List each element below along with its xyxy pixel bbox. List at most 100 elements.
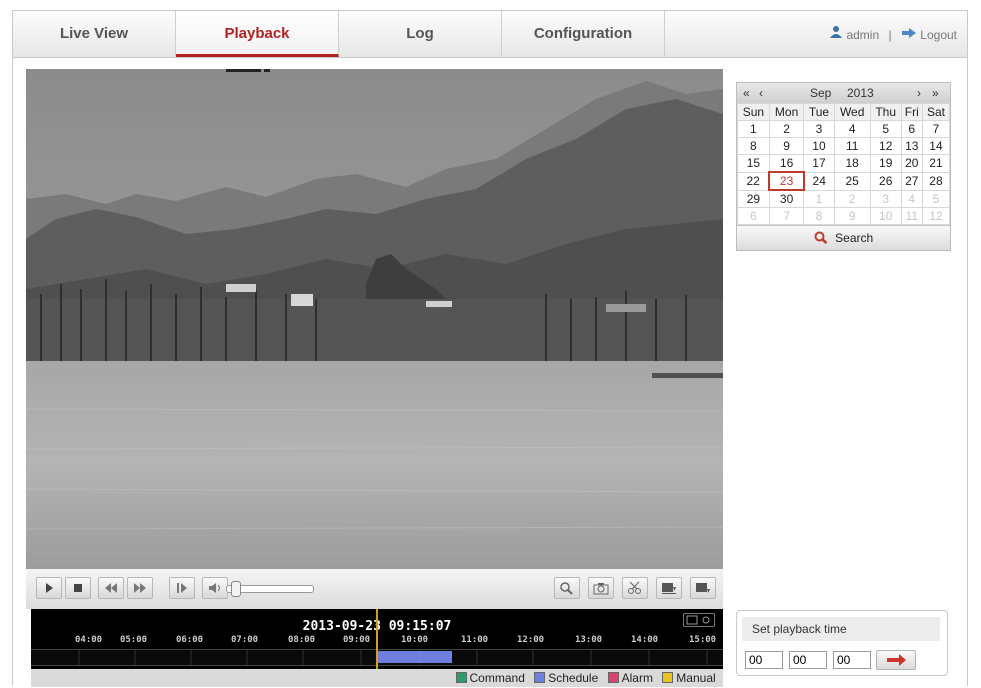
logout-link[interactable]: Logout xyxy=(920,28,957,42)
hour-field[interactable] xyxy=(745,651,783,669)
volume-button[interactable] xyxy=(202,577,228,599)
calendar-day[interactable]: 12 xyxy=(869,137,902,155)
tick-label: 07:00 xyxy=(231,635,259,645)
search-button[interactable]: Search xyxy=(737,225,950,250)
calendar-day[interactable]: 6 xyxy=(900,120,923,138)
calendar-day[interactable]: 27 xyxy=(900,171,923,191)
weekday-label: Sat xyxy=(921,103,951,121)
calendar-day[interactable]: 3 xyxy=(803,120,835,138)
capture-button[interactable] xyxy=(588,577,614,599)
calendar-week-row: 29 30 1 2 3 4 5 xyxy=(737,189,951,208)
calendar-day[interactable]: 15 xyxy=(737,154,770,173)
calendar-day[interactable]: 14 xyxy=(921,137,951,155)
tab-live-view[interactable]: Live View xyxy=(13,11,176,57)
tick-label: 15:00 xyxy=(689,635,717,645)
set-playback-time-title: Set playback time xyxy=(742,617,940,641)
calendar-day[interactable]: 29 xyxy=(737,189,770,208)
calendar-day[interactable]: 17 xyxy=(803,154,835,173)
calendar-day[interactable]: 18 xyxy=(833,154,871,173)
single-frame-button[interactable] xyxy=(169,577,195,599)
calendar-day-selected[interactable]: 23 xyxy=(768,171,805,191)
calendar-day[interactable]: 11 xyxy=(833,137,871,155)
logout-icon[interactable] xyxy=(901,27,920,42)
calendar-day[interactable]: 1 xyxy=(803,189,835,208)
tab-configuration[interactable]: Configuration xyxy=(502,11,665,57)
prev-month-icon[interactable]: ‹ xyxy=(759,86,763,100)
calendar-week-row: 1234567 xyxy=(737,120,951,138)
volume-slider[interactable] xyxy=(226,581,314,597)
tab-log[interactable]: Log xyxy=(339,11,502,57)
play-button[interactable] xyxy=(36,577,62,599)
calendar-day[interactable]: 2 xyxy=(768,120,805,138)
tick-label: 05:00 xyxy=(120,635,148,645)
calendar-day[interactable]: 2 xyxy=(833,189,871,208)
calendar-day[interactable]: 10 xyxy=(803,137,835,155)
second-field[interactable] xyxy=(833,651,871,669)
video-frame-image xyxy=(26,69,723,569)
calendar-day[interactable]: 12 xyxy=(921,207,951,225)
calendar-day[interactable]: 16 xyxy=(768,154,805,173)
tick-label: 13:00 xyxy=(575,635,603,645)
calendar-day[interactable]: 4 xyxy=(900,189,923,208)
calendar-day[interactable]: 21 xyxy=(921,154,951,173)
download-by-file-button[interactable] xyxy=(656,577,682,599)
weekday-label: Mon xyxy=(768,103,805,121)
calendar-day[interactable]: 11 xyxy=(900,207,923,225)
volume-icon xyxy=(209,583,220,593)
go-button[interactable] xyxy=(876,650,916,670)
calendar-day[interactable]: 7 xyxy=(768,207,805,225)
nav-separator: | xyxy=(888,27,892,42)
calendar-day[interactable]: 4 xyxy=(833,120,871,138)
timeline-zoom-icons[interactable] xyxy=(683,613,715,627)
stop-button[interactable] xyxy=(65,577,91,599)
calendar-day[interactable]: 26 xyxy=(869,171,902,191)
scissors-icon xyxy=(628,581,641,594)
calendar-day[interactable]: 9 xyxy=(833,207,871,225)
calendar-day[interactable]: 1 xyxy=(737,120,770,138)
calendar-day[interactable]: 28 xyxy=(921,171,951,191)
calendar-day[interactable]: 22 xyxy=(737,171,770,191)
timeline-legend: Command Schedule Alarm Manual xyxy=(31,669,723,687)
calendar-day[interactable]: 5 xyxy=(921,189,951,208)
arrow-right-icon xyxy=(887,654,906,666)
timeline-cursor[interactable] xyxy=(376,609,378,669)
fast-forward-icon xyxy=(134,583,146,593)
calendar-day[interactable]: 25 xyxy=(833,171,871,191)
next-month-icon[interactable]: › xyxy=(917,86,921,100)
minute-field[interactable] xyxy=(789,651,827,669)
calendar-week-row: 6 7 8 9 10 11 12 xyxy=(737,207,951,225)
tick-label: 09:00 xyxy=(343,635,371,645)
calendar-day[interactable]: 10 xyxy=(869,207,902,225)
digital-zoom-button[interactable] xyxy=(554,577,580,599)
playback-timeline[interactable]: 2013-09-23 09:15:07 04:00 05:00 06:00 07… xyxy=(31,609,723,669)
slow-forward-button[interactable] xyxy=(98,577,124,599)
calendar-day[interactable]: 13 xyxy=(900,137,923,155)
prev-year-icon[interactable]: « xyxy=(743,86,750,100)
calendar-day[interactable]: 8 xyxy=(803,207,835,225)
legend-manual: Manual xyxy=(662,671,716,685)
calendar-week-row: 15 16 17 18 19 20 21 xyxy=(737,154,951,173)
tab-playback[interactable]: Playback xyxy=(176,11,339,57)
download-by-time-button[interactable] xyxy=(690,577,716,599)
calendar-day[interactable]: 5 xyxy=(869,120,902,138)
legend-swatch xyxy=(662,672,674,683)
calendar-day[interactable]: 6 xyxy=(737,207,770,225)
calendar-header: « ‹ Sep 2013 › » xyxy=(737,83,950,103)
calendar-day[interactable]: 9 xyxy=(768,137,805,155)
next-year-icon[interactable]: » xyxy=(932,86,939,100)
legend-alarm: Alarm xyxy=(607,671,653,685)
video-playback-window[interactable] xyxy=(26,69,723,569)
calendar-day[interactable]: 19 xyxy=(869,154,902,173)
calendar-day[interactable]: 7 xyxy=(921,120,951,138)
calendar-day[interactable]: 20 xyxy=(900,154,923,173)
volume-slider-handle[interactable] xyxy=(231,581,241,597)
clip-button[interactable] xyxy=(622,577,648,599)
calendar-week-row: 22 23 24 25 26 27 28 xyxy=(737,171,951,191)
calendar-day[interactable]: 30 xyxy=(768,189,805,208)
legend-swatch xyxy=(455,672,467,683)
calendar-day[interactable]: 8 xyxy=(737,137,770,155)
fast-forward-button[interactable] xyxy=(127,577,153,599)
calendar-day[interactable]: 24 xyxy=(803,171,835,191)
capture-icon xyxy=(593,583,609,595)
calendar-day[interactable]: 3 xyxy=(869,189,902,208)
